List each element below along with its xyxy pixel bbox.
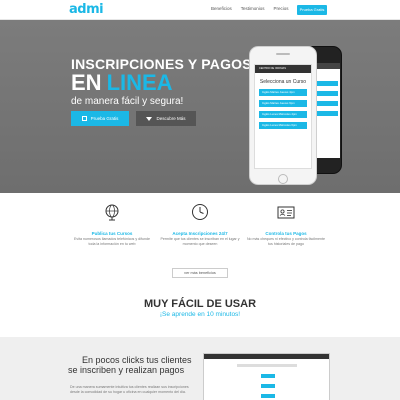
course-option[interactable]: Inglés Martes Jueves 6pm <box>259 100 307 107</box>
laptop-content-line <box>236 364 297 367</box>
feature-desc: Evita numerosos llamados telefónicos y d… <box>74 237 150 246</box>
phone-screen: CENTRO DE IDIOMAS Selecciona un Curso In… <box>254 64 312 169</box>
feature-desc: Permite que tus clientes se inscriban en… <box>160 237 240 246</box>
hero-more-label: Descubre Más <box>156 116 186 121</box>
top-navbar: admi Beneficios Testimonios Precios Cont… <box>0 0 400 20</box>
feature-enroll: Acepta Inscripciones 24/7 Permite que tu… <box>160 203 240 246</box>
phone-mockup-front: CENTRO DE IDIOMAS Selecciona un Curso In… <box>249 46 317 185</box>
more-benefits-button[interactable]: ver más beneficios <box>172 268 228 278</box>
brand-logo[interactable]: admi <box>69 2 104 17</box>
laptop-screenshot <box>203 353 330 400</box>
hero-heading-linea: LINEA <box>106 70 173 95</box>
demo-description: De una manera sumamente intuitiva tus cl… <box>70 385 189 394</box>
hero-trial-label: Prueba Gratis <box>90 116 119 121</box>
nav-trial-button[interactable]: Prueba Gratis <box>297 5 327 15</box>
hero-trial-button[interactable]: Prueba Gratis <box>71 111 129 126</box>
feature-title: Controla tus Pagos <box>265 231 307 236</box>
laptop-option <box>261 384 275 388</box>
course-option[interactable]: Inglés Martes Jueves 4pm <box>259 89 307 96</box>
hero-more-button[interactable]: Descubre Más <box>136 111 196 126</box>
course-option[interactable]: Inglés Lunes Miércoles 4pm <box>259 111 307 118</box>
feature-desc: No más cheques ni efectivo y controla fá… <box>246 237 326 246</box>
laptop-topbar <box>204 354 329 359</box>
phone-home-button <box>278 174 288 184</box>
easy-title: MUY FÁCIL DE USAR <box>143 298 257 310</box>
demo-heading-line2: se inscriben y realizan pagos <box>68 365 185 375</box>
download-icon <box>146 116 153 121</box>
demo-section: En pocos clicks tus clientes se inscribe… <box>0 337 400 400</box>
feature-publish: Publica tus Cursos Evita numerosos llama… <box>72 203 152 246</box>
nav-link-precios[interactable]: Precios <box>274 6 289 11</box>
phone-speaker <box>276 53 290 55</box>
hero-section: INSCRIPCIONES Y PAGOS EN LINEA de manera … <box>0 20 400 193</box>
course-option[interactable]: Inglés Lunes Miércoles 6pm <box>259 122 307 129</box>
globe-icon <box>105 204 119 221</box>
nav-link-beneficios[interactable]: Beneficios <box>211 6 232 11</box>
clock-icon <box>192 204 208 220</box>
nav-link-testimonios[interactable]: Testimonios <box>241 6 265 11</box>
feature-title: Publica tus Cursos <box>91 231 133 236</box>
easy-subtitle: ¡Se aprende en 10 minutos! <box>159 311 241 318</box>
hero-subtitle: de manera fácil y segura! <box>71 96 184 107</box>
id-card-icon <box>277 206 295 219</box>
laptop-option <box>261 374 275 378</box>
feature-title: Acepta Inscripciones 24/7 <box>172 231 228 236</box>
phone-screen-title: Selecciona un Curso <box>259 79 307 85</box>
hero-heading-line2: EN LINEA <box>71 70 173 96</box>
laptop-option <box>261 394 275 398</box>
phone-screen-header: CENTRO DE IDIOMAS <box>255 65 311 73</box>
gift-icon <box>81 116 87 121</box>
hero-heading-en: EN <box>71 70 102 95</box>
demo-heading-line1: En pocos clicks tus clientes <box>82 355 192 365</box>
feature-payments: Controla tus Pagos No más cheques ni efe… <box>246 203 326 246</box>
